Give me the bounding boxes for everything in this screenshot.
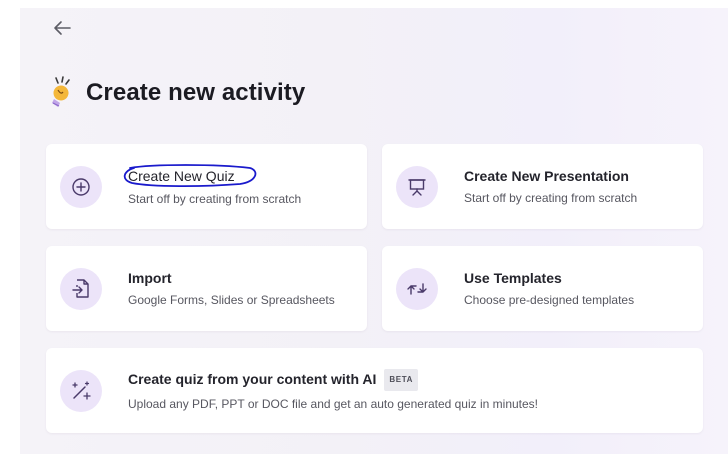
page-title: Create new activity xyxy=(86,79,306,106)
presentation-board-icon xyxy=(408,178,426,196)
card-title: Create New Presentation xyxy=(464,168,629,184)
create-quiz-with-ai-card[interactable]: Create quiz from your content with AI BET… xyxy=(46,348,703,433)
icon-circle xyxy=(396,165,438,208)
card-title: Import xyxy=(128,270,172,286)
magic-wand-icon xyxy=(72,380,91,400)
import-card[interactable]: Import Google Forms, Slides or Spreadshe… xyxy=(46,246,367,331)
lightbulb-icon xyxy=(52,76,70,107)
file-import-icon xyxy=(72,278,89,298)
card-subtitle: Upload any PDF, PPT or DOC file and get … xyxy=(128,397,539,411)
create-new-quiz-card[interactable]: Create New Quiz Start off by creating fr… xyxy=(46,144,367,229)
card-subtitle: Start off by creating from scratch xyxy=(128,191,302,206)
card-subtitle: Choose pre-designed templates xyxy=(464,293,635,307)
page-header: Create new activity xyxy=(48,76,305,110)
icon-circle xyxy=(60,165,102,208)
create-new-presentation-card[interactable]: Create New Presentation Start off by cre… xyxy=(382,144,703,229)
card-subtitle: Google Forms, Slides or Spreadsheets xyxy=(128,293,335,307)
plus-circle-icon xyxy=(72,177,90,196)
beta-badge: BETA xyxy=(384,369,418,391)
card-title: Use Templates xyxy=(464,270,562,286)
use-templates-card[interactable]: Use Templates Choose pre-designed templa… xyxy=(382,246,703,331)
swap-arrows-icon xyxy=(407,282,427,295)
card-title-text: Create quiz from your content with AI xyxy=(128,371,377,387)
arrow-left-icon xyxy=(54,21,71,35)
icon-circle xyxy=(60,267,102,310)
card-subtitle: Start off by creating from scratch xyxy=(464,191,638,205)
back-button[interactable] xyxy=(46,14,78,42)
card-title: Create New Quiz xyxy=(128,167,235,184)
icon-circle xyxy=(396,267,438,310)
card-title: Create quiz from your content with AI BET… xyxy=(128,369,691,391)
icon-circle xyxy=(60,369,102,412)
